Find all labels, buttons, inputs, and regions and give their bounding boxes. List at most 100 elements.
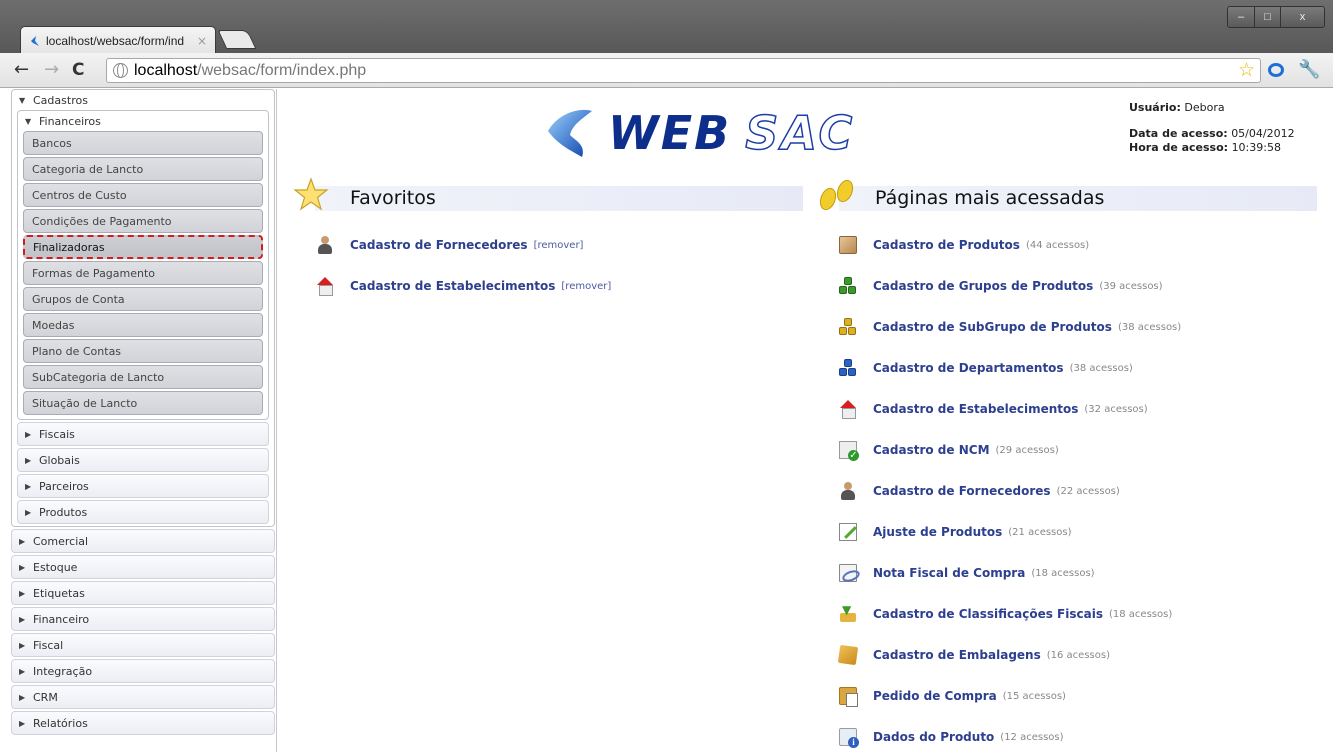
menu-item-subcategoria-de-lancto[interactable]: SubCategoria de Lancto — [23, 365, 263, 389]
close-window-button[interactable]: x — [1280, 7, 1324, 27]
most-accessed-link[interactable]: Cadastro de Departamentos (38 acessos) — [839, 358, 1133, 378]
most-accessed-link[interactable]: Pedido de Compra (15 acessos) — [839, 686, 1066, 707]
accordion-header-globais[interactable]: ▶ Globais — [17, 448, 269, 472]
accordion-header-estoque[interactable]: ▶ Estoque — [11, 555, 275, 579]
menu-item-condicoes-de-pagamento[interactable]: Condições de Pagamento — [23, 209, 263, 233]
package-icon — [837, 644, 859, 666]
most-accessed-link[interactable]: Dados do Produto (12 acessos) — [839, 727, 1064, 748]
tab-title: localhost/websac/form/ind — [46, 33, 185, 48]
most-accessed-link-label[interactable]: Cadastro de Embalagens — [873, 648, 1041, 662]
favorite-link-label[interactable]: Cadastro de Fornecedores — [350, 238, 528, 252]
reload-button[interactable]: C — [72, 60, 84, 80]
menu-item-bancos[interactable]: Bancos — [23, 131, 263, 155]
most-accessed-link-label[interactable]: Cadastro de Classificações Fiscais — [873, 607, 1103, 621]
websac-logo-icon — [548, 109, 592, 157]
most-accessed-link[interactable]: Cadastro de Grupos de Produtos (39 acesso… — [839, 276, 1163, 296]
favorite-link[interactable]: Cadastro de Estabelecimentos [remover] — [316, 276, 611, 296]
accordion-label: Globais — [39, 453, 80, 467]
most-accessed-link-label[interactable]: Pedido de Compra — [873, 689, 997, 703]
minimize-button[interactable]: – — [1228, 7, 1254, 27]
green-cubes-icon — [839, 277, 857, 295]
most-accessed-link[interactable]: Cadastro de Estabelecimentos (32 acessos) — [839, 399, 1148, 419]
most-accessed-link-label[interactable]: Cadastro de Departamentos — [873, 361, 1064, 375]
menu-item-label: Finalizadoras — [33, 240, 105, 254]
triangle-right-icon: ▶ — [19, 588, 26, 598]
menu-item-plano-de-contas[interactable]: Plano de Contas — [23, 339, 263, 363]
websac-logo: WEB SAC — [542, 103, 882, 163]
accordion-label: Comercial — [33, 534, 89, 548]
menu-item-formas-de-pagamento[interactable]: Formas de Pagamento — [23, 261, 263, 285]
most-accessed-link-label[interactable]: Nota Fiscal de Compra — [873, 566, 1025, 580]
cube-shape — [844, 277, 852, 285]
menu-item-label: Bancos — [32, 136, 72, 150]
accordion-header-parceiros[interactable]: ▶ Parceiros — [17, 474, 269, 498]
menu-item-label: Formas de Pagamento — [32, 266, 156, 280]
accordion-header-relatorios[interactable]: ▶ Relatórios — [11, 711, 275, 735]
accordion-header-produtos[interactable]: ▶ Produtos — [17, 500, 269, 524]
most-accessed-link-label[interactable]: Cadastro de Estabelecimentos — [873, 402, 1078, 416]
access-count: (18 acessos) — [1108, 608, 1173, 620]
bookmark-star-icon[interactable]: ☆ — [1238, 59, 1255, 81]
cube-shape — [848, 327, 856, 335]
menu-item-label: Centros de Custo — [32, 188, 127, 202]
wrench-icon[interactable]: 🔧 — [1298, 59, 1320, 80]
menu-item-finalizadoras[interactable]: Finalizadoras — [23, 235, 263, 259]
new-tab-button[interactable] — [217, 30, 257, 49]
favorite-link-label[interactable]: Cadastro de Estabelecimentos — [350, 279, 555, 293]
triangle-right-icon: ▶ — [25, 455, 32, 465]
maximize-button[interactable]: □ — [1254, 7, 1280, 27]
accordion-header-integracao[interactable]: ▶ Integração — [11, 659, 275, 683]
most-accessed-link-label[interactable]: Ajuste de Produtos — [873, 525, 1002, 539]
most-accessed-link-label[interactable]: Dados do Produto — [873, 730, 994, 744]
remove-favorite-link[interactable]: [remover] — [561, 281, 611, 292]
triangle-right-icon: ▶ — [19, 640, 26, 650]
most-accessed-link[interactable]: Cadastro de Produtos (44 acessos) — [839, 235, 1089, 255]
accordion-header-financeiros[interactable]: ▼ Financeiros — [18, 111, 268, 131]
menu-item-grupos-de-conta[interactable]: Grupos de Conta — [23, 287, 263, 311]
accordion-header-financeiro[interactable]: ▶ Financeiro — [11, 607, 275, 631]
accordion-header-fiscal[interactable]: ▶ Fiscal — [11, 633, 275, 657]
most-accessed-link[interactable]: Cadastro de SubGrupo de Produtos (38 aces… — [839, 317, 1181, 337]
menu-item-situacao-de-lancto[interactable]: Situação de Lancto — [23, 391, 263, 415]
most-accessed-link[interactable]: Nota Fiscal de Compra (18 acessos) — [839, 563, 1095, 583]
access-count: (16 acessos) — [1046, 649, 1110, 661]
accordion-header-fiscais[interactable]: ▶ Fiscais — [17, 422, 269, 446]
most-accessed-link-label[interactable]: Cadastro de Produtos — [873, 238, 1020, 252]
back-button[interactable]: ← — [14, 60, 29, 80]
triangle-right-icon: ▶ — [25, 429, 32, 439]
order-icon — [839, 687, 858, 707]
most-accessed-link-label[interactable]: Cadastro de NCM — [873, 443, 990, 457]
menu-item-categoria-de-lancto[interactable]: Categoria de Lancto — [23, 157, 263, 181]
accordion-header-cadastros[interactable]: ▼ Cadastros — [12, 90, 274, 110]
favorite-link[interactable]: Cadastro de Fornecedores [remover] — [316, 235, 583, 255]
accordion-header-comercial[interactable]: ▶ Comercial — [11, 529, 275, 553]
most-accessed-link[interactable]: Ajuste de Produtos (21 acessos) — [839, 522, 1072, 542]
tab-close-icon[interactable]: × — [197, 34, 207, 48]
user-value: Debora — [1184, 101, 1225, 114]
most-accessed-link-label[interactable]: Cadastro de SubGrupo de Produtos — [873, 320, 1112, 334]
most-accessed-link-label[interactable]: Cadastro de Fornecedores — [873, 484, 1051, 498]
address-bar[interactable]: localhost/websac/form/index.php — [106, 58, 1261, 83]
user-info: Usuário: Debora Data de acesso: 05/04/20… — [1129, 101, 1295, 155]
remove-favorite-link[interactable]: [remover] — [534, 240, 584, 251]
globe-icon — [113, 63, 128, 78]
house-icon — [839, 400, 857, 419]
extension-icon[interactable] — [1268, 63, 1284, 77]
most-accessed-link[interactable]: Cadastro de Classificações Fiscais (18 ac… — [839, 603, 1173, 624]
triangle-down-icon: ▼ — [25, 116, 32, 126]
accordion-header-etiquetas[interactable]: ▶ Etiquetas — [11, 581, 275, 605]
most-accessed-link[interactable]: Cadastro de Embalagens (16 acessos) — [837, 644, 1110, 666]
accordion-financeiros: ▼ Financeiros Bancos Categoria de Lancto… — [17, 110, 269, 420]
browser-tab[interactable]: localhost/websac/form/ind × — [20, 26, 216, 54]
forward-button[interactable]: → — [44, 60, 59, 80]
accordion-label: Fiscais — [39, 427, 75, 441]
most-accessed-link[interactable]: Cadastro de NCM (29 acessos) — [839, 440, 1059, 461]
accordion-label: Financeiros — [39, 114, 101, 128]
most-accessed-link-label[interactable]: Cadastro de Grupos de Produtos — [873, 279, 1093, 293]
access-count: (29 acessos) — [995, 444, 1059, 456]
accordion-header-crm[interactable]: ▶ CRM — [11, 685, 275, 709]
menu-item-centros-de-custo[interactable]: Centros de Custo — [23, 183, 263, 207]
menu-item-moedas[interactable]: Moedas — [23, 313, 263, 337]
most-accessed-title: Páginas mais acessadas — [875, 187, 1105, 209]
most-accessed-link[interactable]: Cadastro de Fornecedores (22 acessos) — [839, 481, 1120, 501]
